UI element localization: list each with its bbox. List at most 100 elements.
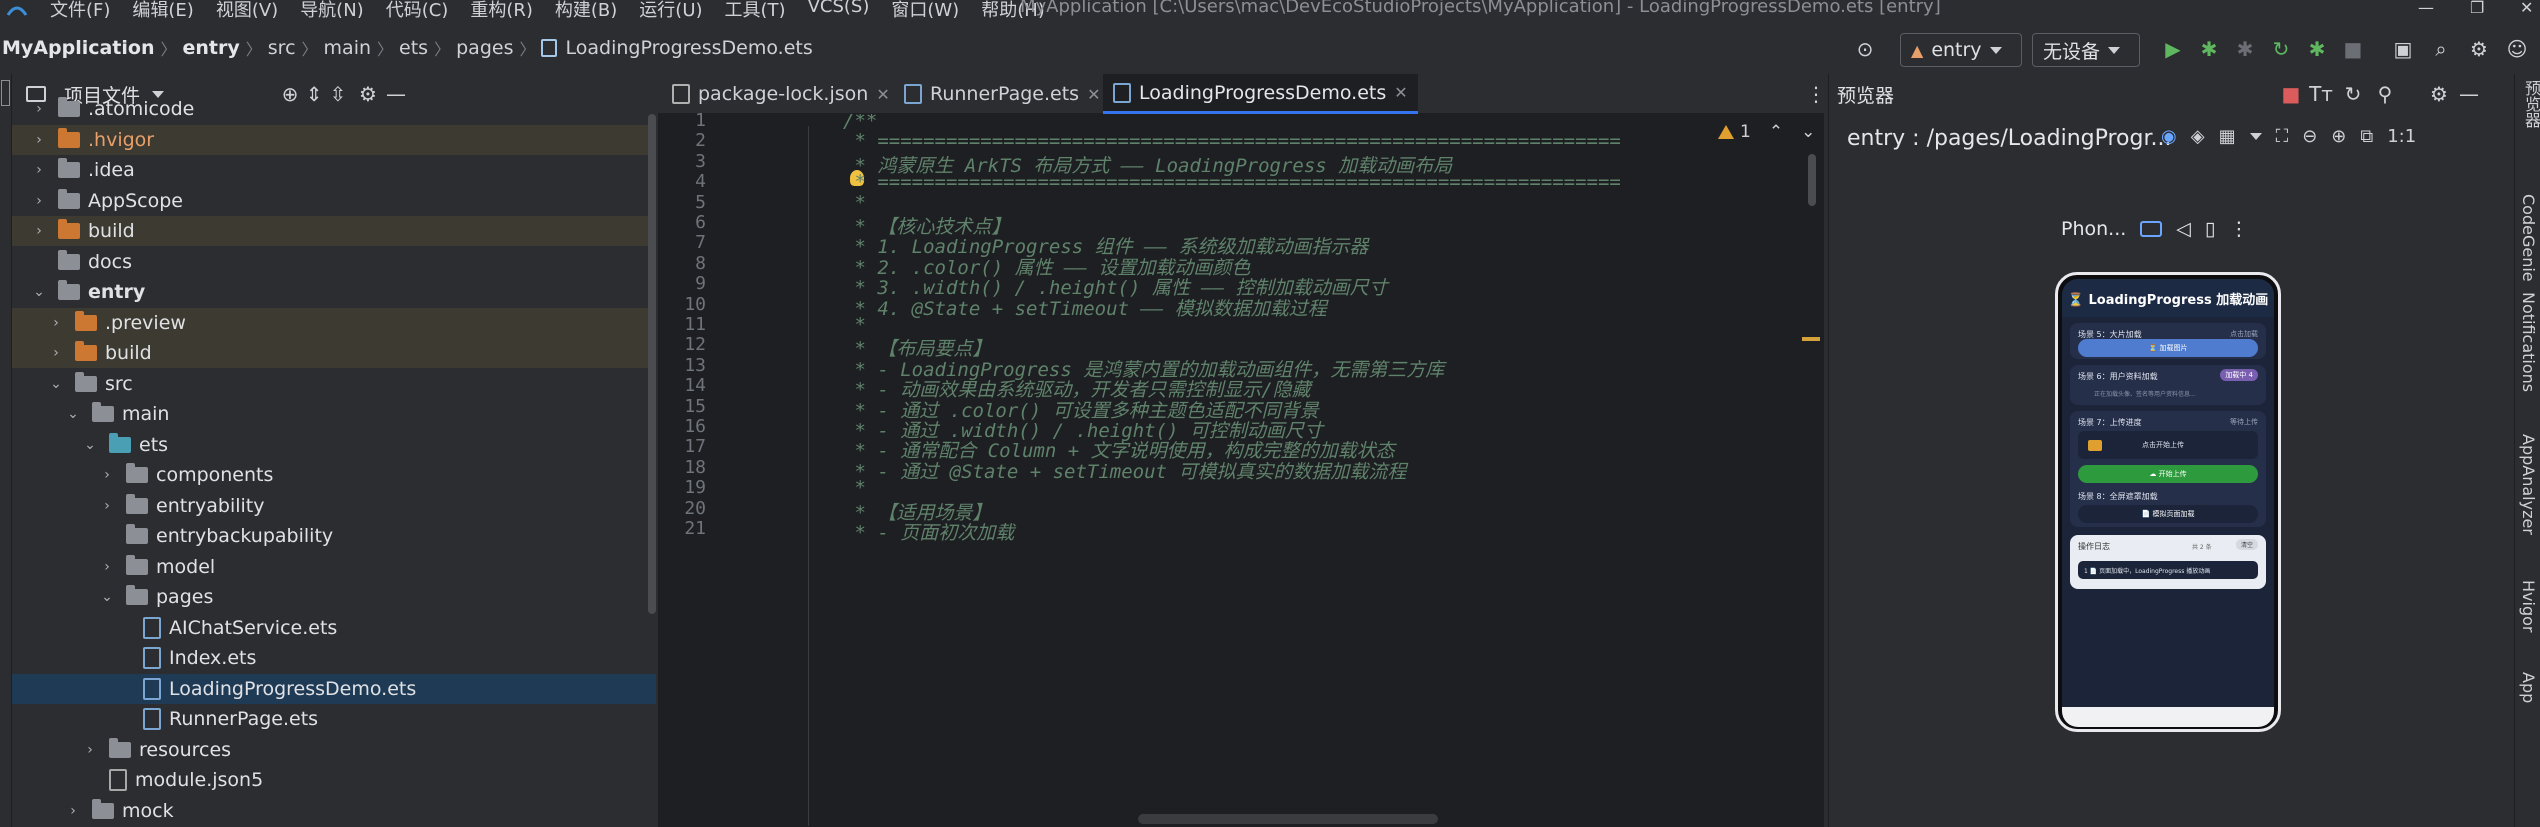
chevron-right-icon[interactable]: › xyxy=(100,498,114,514)
clear-log-button[interactable]: 清空 xyxy=(2235,539,2258,550)
tree-scrollbar[interactable] xyxy=(648,114,656,614)
close-icon[interactable]: ✕ xyxy=(1087,85,1100,104)
menu-item[interactable]: 构建(B) xyxy=(555,0,617,18)
tree-item[interactable]: › .preview xyxy=(12,307,656,338)
tree-item[interactable]: › .atomicode xyxy=(12,94,656,124)
grid-icon[interactable]: ▦ xyxy=(2219,126,2236,147)
app-tab[interactable]: App xyxy=(2519,672,2538,703)
simulate-load-button[interactable]: 📄 模拟页面加载 xyxy=(2078,505,2258,523)
stop-icon[interactable]: ■ xyxy=(2340,36,2366,62)
gear-icon[interactable]: ⚙ xyxy=(2427,82,2451,106)
tree-item[interactable]: ⌄ pages xyxy=(12,582,656,612)
fold-icon[interactable]: ▯ xyxy=(2205,218,2215,240)
tree-item[interactable]: › AppScope xyxy=(12,186,656,216)
more-icon[interactable]: ⋮ xyxy=(2229,218,2248,240)
codegenie-tab[interactable]: CodeGenie xyxy=(2519,194,2538,282)
chevron-right-icon[interactable]: › xyxy=(49,345,63,361)
hvigor-tab[interactable]: Hvigor xyxy=(2519,580,2538,632)
search-icon[interactable]: ⌕ xyxy=(2428,36,2454,62)
tree-item[interactable]: ⌄ main xyxy=(12,399,656,429)
hide-panel-icon[interactable]: — xyxy=(2457,82,2481,106)
attach-debugger-icon[interactable]: ✱ xyxy=(2232,36,2258,62)
device-manager-icon[interactable]: ▣ xyxy=(2390,36,2416,62)
breadcrumb-project[interactable]: MyApplication xyxy=(2,37,154,59)
back-icon[interactable]: ◁ xyxy=(2176,218,2191,240)
tree-item[interactable]: › build xyxy=(12,216,656,246)
tree-item[interactable]: › .hvigor xyxy=(12,124,656,155)
layers-icon[interactable]: ◈ xyxy=(2191,126,2205,147)
appanalyzer-tab[interactable]: AppAnalyzer xyxy=(2519,434,2538,535)
chevron-down-icon[interactable]: ⌄ xyxy=(1801,122,1815,142)
chevron-right-icon[interactable]: › xyxy=(32,101,46,117)
chevron-right-icon[interactable]: › xyxy=(49,315,63,331)
tree-item[interactable]: RunnerPage.ets xyxy=(12,704,656,734)
run-icon[interactable]: ▶ xyxy=(2160,36,2186,62)
tree-item[interactable]: › .idea xyxy=(12,155,656,185)
tree-item[interactable]: › entryability xyxy=(12,491,656,521)
chevron-right-icon[interactable]: › xyxy=(32,223,46,239)
inspection-widget[interactable]: 1 ⌃ ⌄ xyxy=(1718,122,1815,142)
target-icon[interactable]: ⊙ xyxy=(1852,36,1878,62)
tree-item[interactable]: docs xyxy=(12,247,656,277)
editor-vertical-scrollbar[interactable] xyxy=(1808,154,1816,206)
rotate-icon[interactable] xyxy=(2140,221,2163,237)
stop-preview-icon[interactable]: ■ xyxy=(2279,82,2303,106)
chevron-right-icon[interactable]: › xyxy=(83,742,97,758)
tab-loadingprogressdemo[interactable]: LoadingProgressDemo.ets ✕ xyxy=(1103,74,1418,114)
preview-page-path[interactable]: entry : /pages/LoadingProgr... xyxy=(1847,126,2171,151)
menu-item[interactable]: 视图(V) xyxy=(216,0,278,18)
project-tool-icon[interactable] xyxy=(1,80,10,106)
tree-item[interactable]: ⌄ src xyxy=(12,369,656,399)
tab-runnerpage[interactable]: RunnerPage.ets ✕ xyxy=(894,74,1110,114)
editor-horizontal-scrollbar[interactable] xyxy=(1138,814,1438,824)
user-icon[interactable]: ☺ xyxy=(2504,36,2530,62)
refresh-icon[interactable]: ↻ xyxy=(2341,82,2365,106)
device-select[interactable]: 无设备 xyxy=(2032,33,2140,67)
tree-item[interactable]: module.json5 xyxy=(12,765,656,795)
menu-item[interactable]: 代码(C) xyxy=(386,0,449,18)
fit-icon[interactable]: ⧉ xyxy=(2360,126,2373,147)
chevron-down-icon[interactable]: ⌄ xyxy=(32,284,46,300)
minimize-icon[interactable]: — xyxy=(2418,0,2434,17)
chevron-down-icon[interactable] xyxy=(2249,133,2262,140)
menu-item[interactable]: 窗口(W) xyxy=(891,0,959,18)
warning-marker[interactable] xyxy=(1802,337,1820,341)
tree-item[interactable]: LoadingProgressDemo.ets xyxy=(12,673,656,704)
zoom-in-icon[interactable]: ⊕ xyxy=(2331,126,2346,147)
font-size-icon[interactable]: Tт xyxy=(2309,82,2333,106)
menu-item[interactable]: 运行(U) xyxy=(639,0,702,18)
tree-item[interactable]: Index.ets xyxy=(12,643,656,673)
start-upload-button[interactable]: ☁ 开始上传 xyxy=(2078,465,2258,483)
chevron-right-icon[interactable]: › xyxy=(66,803,80,819)
menu-item[interactable]: 编辑(E) xyxy=(132,0,193,18)
breadcrumb-main[interactable]: main xyxy=(324,37,371,59)
debug-icon[interactable]: ✱ xyxy=(2196,36,2222,62)
breadcrumb-src[interactable]: src xyxy=(268,37,296,59)
apply-changes-icon[interactable]: ↻ xyxy=(2268,36,2294,62)
restore-icon[interactable]: ❐ xyxy=(2470,0,2484,17)
tree-item[interactable]: › mock xyxy=(12,796,656,826)
tree-item[interactable]: › model xyxy=(12,552,656,582)
menu-item[interactable]: 工具(T) xyxy=(725,0,786,18)
device-name[interactable]: Phon... xyxy=(2061,218,2126,240)
component-tree-icon[interactable]: ◉ xyxy=(2161,126,2177,147)
close-window-icon[interactable]: ✕ xyxy=(2520,0,2533,17)
load-image-button[interactable]: ⏳ 加载图片 xyxy=(2078,339,2258,357)
tree-item[interactable]: AIChatService.ets xyxy=(12,613,656,643)
upload-box[interactable]: 点击开始上传 xyxy=(2078,431,2258,459)
tree-item[interactable]: › components xyxy=(12,460,656,490)
previewer-tab[interactable]: 预览器 xyxy=(2519,80,2540,128)
notifications-tab[interactable]: Notifications xyxy=(2519,292,2538,392)
code-area[interactable]: /** * ==================================… xyxy=(843,114,1743,814)
menu-item[interactable]: 文件(F) xyxy=(50,0,110,18)
phone-screen[interactable]: ⏳ LoadingProgress 加载动画 场景 5：大片加载 点击加载 ⏳ … xyxy=(2062,279,2274,727)
chevron-down-icon[interactable]: ⌄ xyxy=(100,589,114,605)
inspector-icon[interactable]: ⚲ xyxy=(2373,82,2397,106)
close-icon[interactable]: ✕ xyxy=(876,85,889,104)
close-icon[interactable]: ✕ xyxy=(1394,83,1407,102)
chevron-right-icon[interactable]: › xyxy=(32,132,46,148)
chevron-up-icon[interactable]: ⌃ xyxy=(1769,122,1783,142)
tree-item[interactable]: › resources xyxy=(12,735,656,765)
gear-icon[interactable]: ⚙ xyxy=(2466,36,2492,62)
breadcrumb-ets[interactable]: ets xyxy=(399,37,428,59)
